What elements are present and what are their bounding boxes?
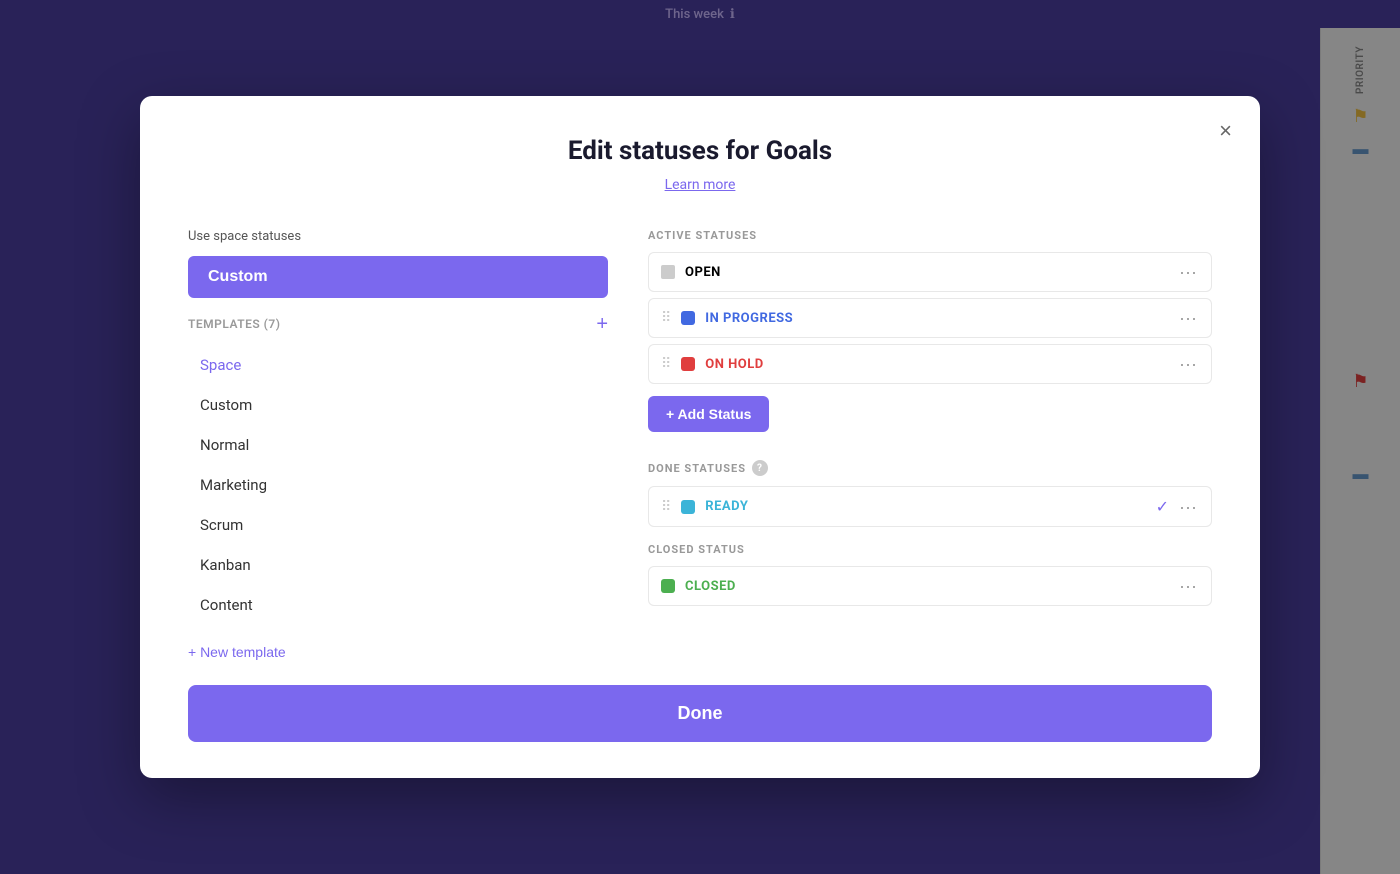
status-row-closed[interactable]: CLOSED ··· [648, 566, 1212, 606]
onhold-actions: ··· [1177, 355, 1199, 373]
template-item-content[interactable]: Content [188, 586, 608, 624]
onhold-more-button[interactable]: ··· [1177, 355, 1199, 373]
done-button[interactable]: Done [188, 685, 1212, 742]
templates-row: TEMPLATES (7) + [188, 314, 608, 334]
templates-plus-button[interactable]: + [596, 314, 608, 334]
ready-actions: ✓ ··· [1156, 497, 1199, 516]
inprogress-name: IN PROGRESS [705, 311, 1167, 326]
onhold-drag-handle: ⠿ [661, 356, 671, 372]
inprogress-dot [681, 311, 695, 325]
close-button[interactable]: × [1215, 116, 1236, 146]
modal: × Edit statuses for Goals Learn more Use… [140, 96, 1260, 778]
done-statuses-section: DONE STATUSES ? ⠿ READY ✓ ··· [648, 460, 1212, 527]
right-panel: ACTIVE STATUSES OPEN ··· ⠿ [648, 229, 1212, 661]
open-more-button[interactable]: ··· [1177, 263, 1199, 281]
status-row-ready[interactable]: ⠿ READY ✓ ··· [648, 486, 1212, 527]
done-status-list: ⠿ READY ✓ ··· [648, 486, 1212, 527]
add-status-button[interactable]: + Add Status [648, 396, 769, 432]
ready-more-button[interactable]: ··· [1177, 498, 1199, 516]
ready-drag-handle: ⠿ [661, 499, 671, 515]
onhold-dot [681, 357, 695, 371]
inprogress-drag-handle: ⠿ [661, 310, 671, 326]
custom-selected-button[interactable]: Custom [188, 256, 608, 298]
active-statuses-label: ACTIVE STATUSES [648, 229, 1212, 242]
done-statuses-label: DONE STATUSES ? [648, 460, 1212, 476]
inprogress-actions: ··· [1177, 309, 1199, 327]
closed-status-section: CLOSED STATUS CLOSED ··· [648, 543, 1212, 606]
template-item-custom[interactable]: Custom [188, 386, 608, 424]
template-item-normal[interactable]: Normal [188, 426, 608, 464]
modal-title: Edit statuses for Goals [188, 136, 1212, 166]
inprogress-more-button[interactable]: ··· [1177, 309, 1199, 327]
template-item-kanban[interactable]: Kanban [188, 546, 608, 584]
closed-more-button[interactable]: ··· [1177, 577, 1199, 595]
status-row-onhold[interactable]: ⠿ ON HOLD ··· [648, 344, 1212, 384]
use-space-label: Use space statuses [188, 229, 608, 244]
closed-status-label: CLOSED STATUS [648, 543, 1212, 556]
onhold-name: ON HOLD [705, 357, 1167, 372]
closed-status-list: CLOSED ··· [648, 566, 1212, 606]
template-list: Space Custom Normal Marketing Scrum Kanb… [188, 346, 608, 624]
ready-name: READY [705, 499, 1145, 514]
closed-actions: ··· [1177, 577, 1199, 595]
modal-body: Use space statuses Custom TEMPLATES (7) … [188, 229, 1212, 661]
done-help-icon[interactable]: ? [752, 460, 768, 476]
modal-header: Edit statuses for Goals Learn more [188, 136, 1212, 193]
template-item-scrum[interactable]: Scrum [188, 506, 608, 544]
open-dot [661, 265, 675, 279]
ready-dot [681, 500, 695, 514]
active-status-list: OPEN ··· ⠿ IN PROGRESS ··· [648, 252, 1212, 384]
new-template-button[interactable]: + New template [188, 644, 286, 660]
template-item-space[interactable]: Space [188, 346, 608, 384]
left-panel: Use space statuses Custom TEMPLATES (7) … [188, 229, 608, 661]
open-name: OPEN [685, 265, 1167, 280]
ready-check-icon: ✓ [1156, 497, 1169, 516]
template-item-marketing[interactable]: Marketing [188, 466, 608, 504]
learn-more-link[interactable]: Learn more [665, 177, 736, 193]
open-actions: ··· [1177, 263, 1199, 281]
templates-label: TEMPLATES (7) [188, 317, 280, 331]
status-row-inprogress[interactable]: ⠿ IN PROGRESS ··· [648, 298, 1212, 338]
status-row-open[interactable]: OPEN ··· [648, 252, 1212, 292]
modal-overlay: × Edit statuses for Goals Learn more Use… [0, 0, 1400, 874]
closed-name: CLOSED [685, 579, 1167, 594]
closed-dot [661, 579, 675, 593]
